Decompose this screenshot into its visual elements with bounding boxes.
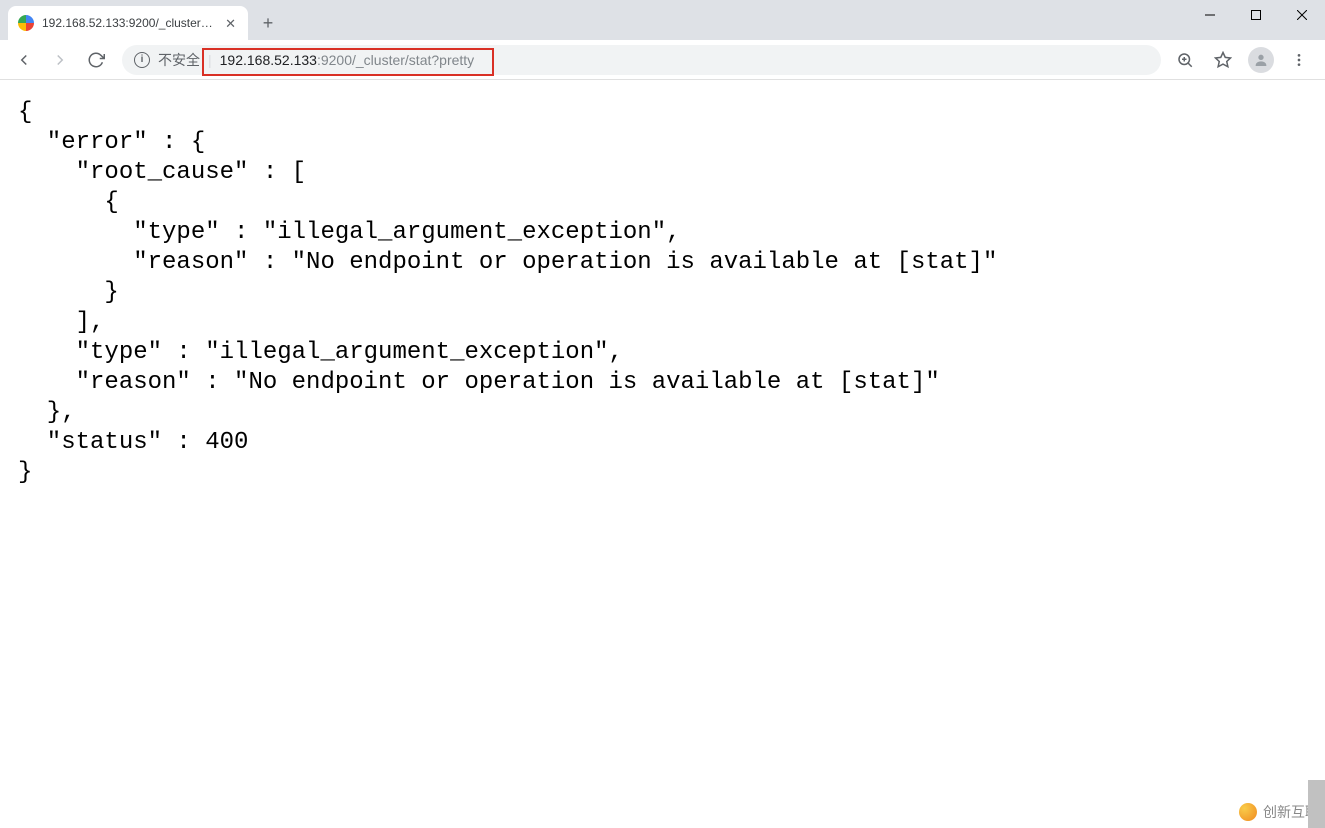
window-controls	[1187, 0, 1325, 30]
url-text: 192.168.52.133:9200/_cluster/stat?pretty	[220, 52, 1149, 68]
browser-tab[interactable]: 192.168.52.133:9200/_cluster/… ✕	[8, 6, 248, 40]
reload-button[interactable]	[80, 44, 112, 76]
scrollbar-thumb[interactable]	[1308, 780, 1325, 828]
toolbar-right-icons	[1171, 46, 1317, 74]
menu-icon[interactable]	[1285, 46, 1313, 74]
insecure-label: 不安全	[158, 50, 200, 70]
bookmark-star-icon[interactable]	[1209, 46, 1237, 74]
forward-button[interactable]	[44, 44, 76, 76]
response-body: { "error" : { "root_cause" : [ { "type" …	[0, 80, 1325, 496]
close-window-button[interactable]	[1279, 0, 1325, 30]
tab-title: 192.168.52.133:9200/_cluster/…	[42, 16, 215, 30]
close-tab-icon[interactable]: ✕	[223, 15, 238, 32]
back-button[interactable]	[8, 44, 40, 76]
profile-avatar[interactable]	[1247, 46, 1275, 74]
favicon-icon	[18, 15, 34, 31]
zoom-icon[interactable]	[1171, 46, 1199, 74]
new-tab-button[interactable]: +	[254, 9, 282, 37]
address-bar[interactable]: i 不安全 | 192.168.52.133:9200/_cluster/sta…	[122, 45, 1161, 75]
minimize-button[interactable]	[1187, 0, 1233, 30]
browser-toolbar: i 不安全 | 192.168.52.133:9200/_cluster/sta…	[0, 40, 1325, 80]
watermark: 创新互联	[1239, 802, 1319, 822]
site-info-icon[interactable]: i	[134, 52, 150, 68]
maximize-button[interactable]	[1233, 0, 1279, 30]
tab-strip: 192.168.52.133:9200/_cluster/… ✕ +	[0, 0, 1325, 40]
watermark-icon	[1239, 803, 1257, 821]
